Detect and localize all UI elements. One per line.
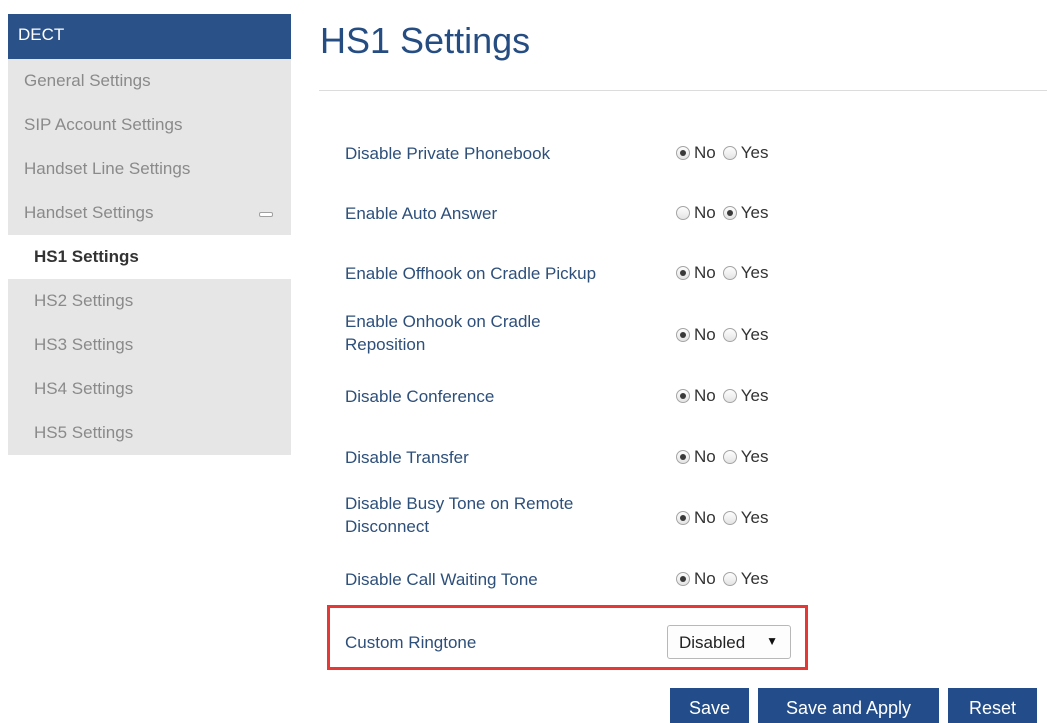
setting-label: Disable Transfer [345,448,469,467]
sidebar-item-label: HS5 Settings [34,423,134,442]
radio-no-label[interactable]: No [694,263,716,283]
setting-label: Enable Offhook on Cradle Pickup [345,264,597,283]
sidebar-item-hs5-settings[interactable]: HS5 Settings [8,411,291,455]
radio-yes[interactable] [722,146,737,160]
title-divider [319,90,1047,91]
radio-no-label[interactable]: No [694,325,716,345]
radio-no[interactable] [676,328,690,342]
sidebar-header-dect[interactable]: DECT [8,14,291,59]
radio-yes-label[interactable]: Yes [741,386,769,406]
sidebar-item-label: HS3 Settings [34,335,134,354]
radio-yes-label[interactable]: Yes [741,447,769,467]
reset-button[interactable]: Reset [948,688,1037,723]
sidebar: DECT General Settings SIP Account Settin… [8,14,291,455]
setting-label: Disable Conference [345,387,495,406]
sidebar-item-handset-line-settings[interactable]: Handset Line Settings [8,147,291,191]
radio-yes[interactable] [722,511,737,525]
radio-yes-label[interactable]: Yes [741,263,769,283]
sidebar-item-label: HS2 Settings [34,291,134,310]
dropdown-arrow-icon: ▼ [766,634,778,648]
radio-group: No Yes [676,569,775,589]
radio-yes-label[interactable]: Yes [741,508,769,528]
sidebar-item-label: General Settings [24,71,151,90]
setting-label: Disable Private Phonebook [345,144,551,163]
radio-no-label[interactable]: No [694,143,716,163]
sidebar-item-label: HS1 Settings [34,247,139,266]
radio-no-label[interactable]: No [694,508,716,528]
radio-no[interactable] [676,511,690,525]
radio-yes[interactable] [722,389,737,403]
radio-yes-label[interactable]: Yes [741,203,769,223]
save-and-apply-button[interactable]: Save and Apply [758,688,939,723]
sidebar-item-hs3-settings[interactable]: HS3 Settings [8,323,291,367]
radio-no-label[interactable]: No [694,569,716,589]
radio-group: No Yes [676,386,775,406]
custom-ringtone-select[interactable]: Disabled ▼ [667,625,791,659]
radio-no-label[interactable]: No [694,447,716,467]
radio-no[interactable] [676,146,690,160]
radio-no[interactable] [676,266,690,280]
radio-no[interactable] [676,389,690,403]
radio-no-label[interactable]: No [694,203,716,223]
radio-yes[interactable] [722,450,737,464]
sidebar-item-label: HS4 Settings [34,379,134,398]
radio-group: No Yes [676,508,775,528]
sidebar-item-label: Handset Line Settings [24,159,191,178]
sidebar-item-sip-account-settings[interactable]: SIP Account Settings [8,103,291,147]
setting-label: Enable Onhook on Cradle Reposition [345,312,541,354]
radio-group: No Yes [676,203,775,223]
radio-yes[interactable] [722,206,737,220]
sidebar-item-label: SIP Account Settings [24,115,183,134]
setting-label: Enable Auto Answer [345,204,498,223]
setting-label: Disable Busy Tone on Remote Disconnect [345,494,574,536]
sidebar-item-hs1-settings[interactable]: HS1 Settings [8,235,291,279]
radio-no-label[interactable]: No [694,386,716,406]
save-button[interactable]: Save [670,688,749,723]
radio-yes-label[interactable]: Yes [741,569,769,589]
radio-group: No Yes [676,447,775,467]
radio-group: No Yes [676,325,775,345]
radio-group: No Yes [676,143,775,163]
setting-label: Disable Call Waiting Tone [345,570,538,589]
collapse-icon[interactable] [259,212,273,217]
sidebar-item-hs4-settings[interactable]: HS4 Settings [8,367,291,411]
radio-group: No Yes [676,263,775,283]
radio-yes-label[interactable]: Yes [741,325,769,345]
page-title: HS1 Settings [320,20,531,61]
radio-yes[interactable] [722,572,737,586]
radio-yes-label[interactable]: Yes [741,143,769,163]
radio-yes[interactable] [722,266,737,280]
radio-no[interactable] [676,572,690,586]
sidebar-item-hs2-settings[interactable]: HS2 Settings [8,279,291,323]
custom-ringtone-selected-value: Disabled [679,633,746,652]
sidebar-item-general-settings[interactable]: General Settings [8,59,291,103]
sidebar-item-handset-settings[interactable]: Handset Settings [8,191,291,235]
setting-label: Custom Ringtone [345,633,477,652]
radio-no[interactable] [676,206,690,220]
radio-yes[interactable] [722,328,737,342]
sidebar-item-label: Handset Settings [24,203,154,222]
radio-no[interactable] [676,450,690,464]
